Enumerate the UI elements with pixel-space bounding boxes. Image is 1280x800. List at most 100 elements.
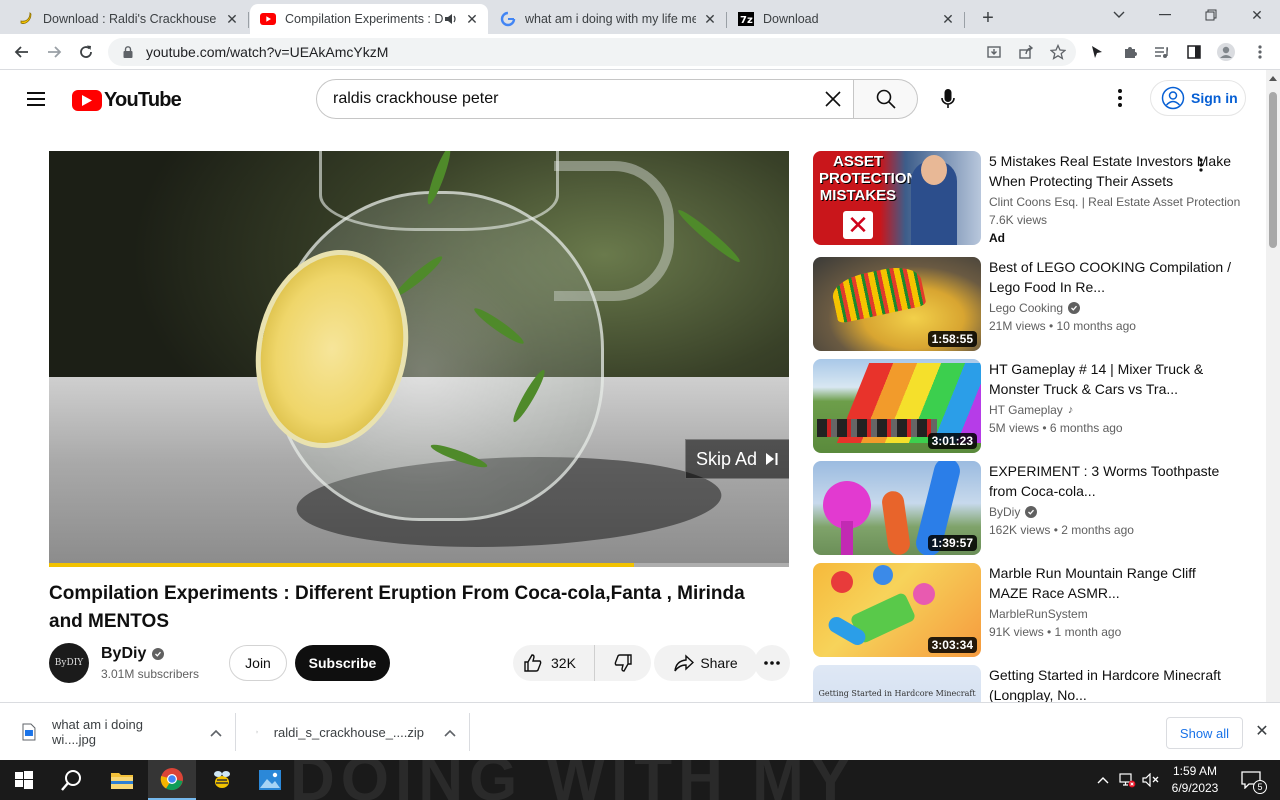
recommendation-title[interactable]: EXPERIMENT : 3 Worms Toothpaste from Coc…: [989, 461, 1237, 501]
youtube-play-icon: [72, 89, 102, 111]
share-page-icon[interactable]: [1012, 38, 1040, 66]
profile-avatar-icon[interactable]: [1212, 38, 1240, 66]
sign-in-button[interactable]: Sign in: [1150, 80, 1246, 116]
restore-button[interactable]: [1188, 0, 1234, 30]
show-hidden-icons-chevron-icon[interactable]: [1094, 760, 1112, 800]
photos-app-icon[interactable]: [246, 760, 294, 800]
browser-toolbar: youtube.com/watch?v=UEAkAmcYkzM: [0, 34, 1280, 70]
taskbar-search-icon[interactable]: [48, 760, 96, 800]
video-thumbnail[interactable]: ASSET PROTECTION MISTAKES ✕: [813, 151, 981, 245]
volume-muted-icon[interactable]: [1140, 760, 1162, 800]
bee-app-icon[interactable]: [198, 760, 246, 800]
join-button[interactable]: Join: [229, 645, 287, 681]
scrollbar-thumb[interactable]: [1269, 92, 1277, 248]
recommendation-menu-icon[interactable]: [1199, 157, 1203, 178]
chrome-menu-icon[interactable]: [1246, 38, 1274, 66]
notification-count-badge: 5: [1253, 780, 1267, 794]
like-button[interactable]: 32K: [513, 645, 595, 681]
page-scrollbar[interactable]: [1266, 70, 1280, 702]
download-item-jpg[interactable]: what am i doing wi....jpg: [22, 713, 236, 751]
settings-more-icon[interactable]: [1108, 86, 1132, 110]
recommendation-channel[interactable]: Lego Cooking: [989, 301, 1081, 315]
recommendation-title[interactable]: Best of LEGO COOKING Compilation / Lego …: [989, 257, 1237, 297]
ad-progress-bar[interactable]: [49, 563, 789, 567]
browser-tab-strip: Download : Raldi's Crackhouse [B ✕ Compi…: [0, 0, 1280, 34]
voice-search-microphone-icon[interactable]: [932, 83, 964, 115]
tab-search-chevron-icon[interactable]: [1096, 0, 1142, 30]
tab-google-search[interactable]: what am i doing with my life me ✕: [490, 4, 727, 34]
search-button[interactable]: [854, 79, 918, 119]
recommendation-item[interactable]: 1:39:57 EXPERIMENT : 3 Worms Toothpaste …: [813, 461, 1253, 555]
show-all-downloads-button[interactable]: Show all: [1166, 717, 1243, 749]
recommendation-title[interactable]: Marble Run Mountain Range Cliff MAZE Rac…: [989, 563, 1237, 603]
tab-raldis-crackhouse[interactable]: Download : Raldi's Crackhouse [B ✕: [8, 4, 249, 34]
recommendation-title[interactable]: Getting Started in Hardcore Minecraft (L…: [989, 665, 1237, 702]
chrome-taskbar-icon[interactable]: [148, 760, 196, 800]
windows-start-icon[interactable]: [0, 760, 48, 800]
close-icon[interactable]: ✕: [224, 11, 240, 27]
lock-icon[interactable]: [120, 44, 136, 60]
skip-ad-button[interactable]: Skip Ad: [685, 439, 789, 479]
notifications-icon[interactable]: 5: [1236, 760, 1267, 800]
video-thumbnail[interactable]: Getting Started in Hardcore Minecraft: [813, 665, 981, 702]
windows-taskbar: DOING WITH MY 1:59 AM 6/9/2023 5: [0, 760, 1280, 800]
file-explorer-icon[interactable]: [98, 760, 146, 800]
media-queue-icon[interactable]: [1147, 38, 1175, 66]
close-icon[interactable]: ✕: [702, 11, 718, 27]
tab-download[interactable]: 7z Download ✕: [728, 4, 965, 34]
video-thumbnail[interactable]: 3:03:34: [813, 563, 981, 657]
channel-avatar[interactable]: ByDIY: [49, 643, 89, 683]
recommendation-channel[interactable]: Clint Coons Esq. | Real Estate Asset Pro…: [989, 195, 1240, 209]
close-icon[interactable]: ✕: [940, 11, 956, 27]
back-button[interactable]: [8, 38, 36, 66]
side-panel-icon[interactable]: [1180, 38, 1208, 66]
search-query-text: raldis crackhouse peter: [333, 90, 499, 107]
close-downloads-bar-icon[interactable]: ✕: [1252, 721, 1272, 741]
network-icon[interactable]: [1116, 760, 1138, 800]
recommendation-item[interactable]: 3:01:23 HT Gameplay # 14 | Mixer Truck &…: [813, 359, 1253, 453]
download-item-zip[interactable]: raldi_s_crackhouse_....zip: [256, 713, 470, 751]
like-dislike-group: 32K: [513, 645, 651, 681]
video-thumbnail[interactable]: 1:39:57: [813, 461, 981, 555]
recommendation-item[interactable]: Getting Started in Hardcore Minecraft Ge…: [813, 665, 1253, 702]
recommendation-channel[interactable]: HT Gameplay ♪: [989, 403, 1073, 417]
guide-menu-icon[interactable]: [24, 88, 48, 112]
minimize-button[interactable]: [1142, 0, 1188, 30]
video-title: Compilation Experiments : Different Erup…: [49, 583, 745, 632]
tab-compilation-experiments[interactable]: Compilation Experiments : D ✕: [250, 4, 488, 34]
reload-button[interactable]: [72, 38, 100, 66]
video-thumbnail[interactable]: 1:58:55: [813, 257, 981, 351]
search-input[interactable]: raldis crackhouse peter: [316, 79, 854, 119]
chevron-up-icon[interactable]: [210, 725, 222, 740]
recommendation-channel[interactable]: MarbleRunSystem: [989, 607, 1088, 621]
recommendation-item[interactable]: ASSET PROTECTION MISTAKES ✕ 5 Mistakes R…: [813, 151, 1253, 245]
chevron-up-icon[interactable]: [444, 725, 456, 740]
address-bar[interactable]: youtube.com/watch?v=UEAkAmcYkzM: [108, 38, 1076, 66]
speaker-icon[interactable]: [444, 12, 458, 26]
scroll-up-arrow-icon[interactable]: [1269, 76, 1277, 81]
dislike-button[interactable]: [595, 653, 651, 673]
recommendation-channel[interactable]: ByDiy: [989, 505, 1038, 519]
recommendation-title[interactable]: HT Gameplay # 14 | Mixer Truck & Monster…: [989, 359, 1237, 399]
cursor-extension-icon[interactable]: [1083, 38, 1111, 66]
system-clock[interactable]: 1:59 AM 6/9/2023: [1160, 763, 1230, 797]
more-actions-button[interactable]: [754, 645, 790, 681]
bookmark-star-icon[interactable]: [1044, 38, 1072, 66]
video-player[interactable]: Skip Ad: [49, 151, 789, 567]
window-close-button[interactable]: ✕: [1234, 0, 1280, 30]
new-tab-button[interactable]: +: [976, 6, 1000, 30]
channel-text: ByDiy: [989, 505, 1021, 519]
forward-button[interactable]: [40, 38, 68, 66]
extensions-puzzle-icon[interactable]: [1116, 38, 1144, 66]
clear-search-icon[interactable]: [813, 79, 853, 119]
share-button[interactable]: Share: [654, 645, 758, 681]
close-icon[interactable]: ✕: [464, 11, 480, 27]
recommendation-meta: 91K views • 1 month ago: [989, 625, 1122, 639]
channel-name[interactable]: ByDiy: [101, 645, 165, 663]
youtube-logo[interactable]: YouTube: [72, 88, 182, 112]
recommendation-item[interactable]: 1:58:55 Best of LEGO COOKING Compilation…: [813, 257, 1253, 351]
recommendation-item[interactable]: 3:03:34 Marble Run Mountain Range Cliff …: [813, 563, 1253, 657]
video-thumbnail[interactable]: 3:01:23: [813, 359, 981, 453]
subscribe-button[interactable]: Subscribe: [295, 645, 390, 681]
install-app-icon[interactable]: [980, 38, 1008, 66]
